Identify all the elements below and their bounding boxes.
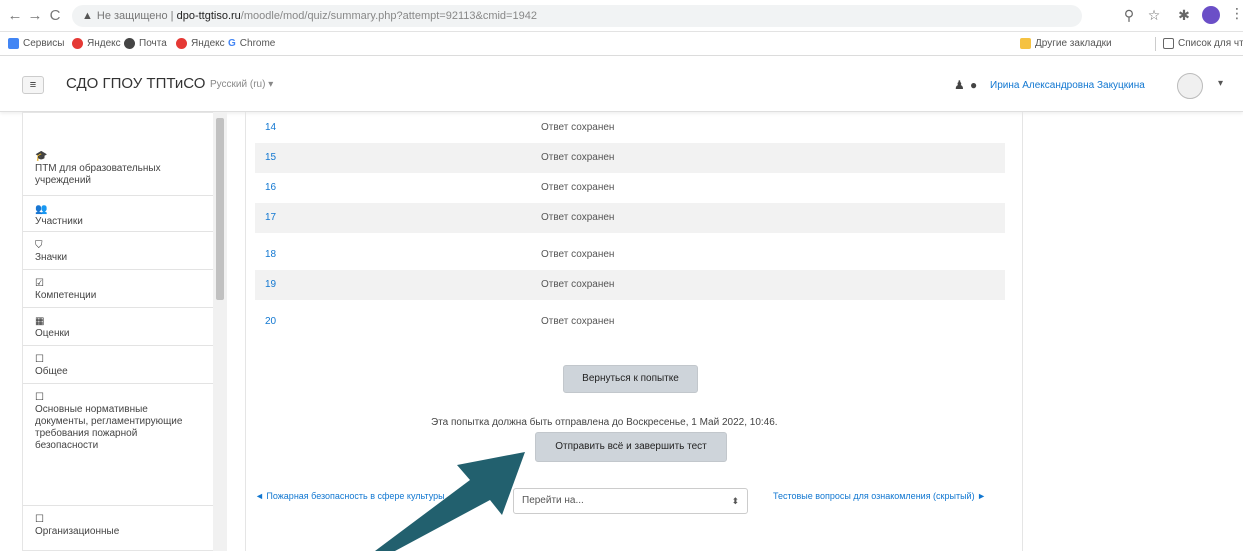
question-status: Ответ сохранен xyxy=(541,182,615,193)
return-to-attempt-button[interactable]: Вернуться к попытке xyxy=(563,365,698,393)
reading-list-icon xyxy=(1163,38,1174,49)
hamburger-icon[interactable]: ≡ xyxy=(22,76,44,94)
question-number-link[interactable]: 20 xyxy=(265,307,276,337)
bookmarks-bar: Сервисы Яндекс Почта Яндекс G Chrome Друг… xyxy=(0,32,1243,56)
folder-icon: ☐ xyxy=(35,354,44,365)
annotation-arrow-icon xyxy=(375,452,525,551)
chat-icon[interactable]: ● xyxy=(970,78,977,92)
next-activity-link[interactable]: Тестовые вопросы для ознакомления (скрыт… xyxy=(773,490,988,502)
browser-toolbar: ← → C ▲ Не защищено | dpo-ttgtiso.ru/mood… xyxy=(0,0,1243,32)
folder-icon: ☐ xyxy=(35,514,44,525)
forward-arrow-icon[interactable]: → xyxy=(26,7,44,25)
zoom-icon[interactable]: ⚲ xyxy=(1120,6,1138,24)
sidebar-item-competencies[interactable]: ☑Компетенции xyxy=(23,269,218,310)
sidebar-item-organizational[interactable]: ☐Организационные xyxy=(23,505,218,546)
url-path: /moodle/mod/quiz/summary.php?attempt=921… xyxy=(240,10,537,22)
address-bar[interactable]: ▲ Не защищено | dpo-ttgtiso.ru/moodle/mod… xyxy=(72,5,1082,27)
table-row: 14 Ответ сохранен xyxy=(255,113,1005,143)
site-brand[interactable]: СДО ГПОУ ТПТиСО xyxy=(66,75,205,92)
yandex-icon xyxy=(176,38,187,49)
bell-icon[interactable]: ♟ xyxy=(954,78,965,92)
folder-icon xyxy=(1020,38,1031,49)
annotation-arrow-shape xyxy=(375,452,525,551)
question-status: Ответ сохранен xyxy=(541,122,615,133)
select-arrow-icon: ⬍ xyxy=(731,496,739,506)
question-status: Ответ сохранен xyxy=(541,316,615,327)
avatar[interactable] xyxy=(1177,73,1203,99)
jump-to-select[interactable]: Перейти на... ⬍ xyxy=(513,488,748,514)
question-status: Ответ сохранен xyxy=(541,279,615,290)
table-row: 20 Ответ сохранен xyxy=(255,307,1005,337)
bookmark-yandex[interactable]: Яндекс xyxy=(72,38,121,49)
deadline-notice: Эта попытка должна быть отправлена до Во… xyxy=(431,417,778,428)
language-menu[interactable]: Русский (ru) ▾ xyxy=(210,79,273,90)
users-icon: 👥 xyxy=(35,204,48,215)
warning-icon: ▲ xyxy=(82,10,93,22)
graduation-cap-icon: 🎓 xyxy=(35,151,48,162)
question-status: Ответ сохранен xyxy=(541,212,615,223)
shield-icon: ⛉ xyxy=(35,240,43,251)
question-number-link[interactable]: 14 xyxy=(265,113,276,143)
sidebar-item-participants[interactable]: 👥Участники xyxy=(23,195,218,236)
submit-all-and-finish-button[interactable]: Отправить всё и завершить тест xyxy=(535,432,727,462)
sidebar-item-grades[interactable]: ▦Оценки xyxy=(23,307,218,348)
table-row: 18 Ответ сохранен xyxy=(255,240,1005,270)
scrollbar-thumb[interactable] xyxy=(216,118,224,300)
profile-avatar[interactable] xyxy=(1202,6,1220,24)
divider xyxy=(1155,37,1156,51)
checklist-icon: ☑ xyxy=(35,278,44,289)
table-icon: ▦ xyxy=(35,316,45,327)
back-arrow-icon[interactable]: ← xyxy=(6,7,24,25)
apps-grid-icon xyxy=(8,38,19,49)
google-icon: G xyxy=(228,38,236,49)
question-number-link[interactable]: 16 xyxy=(265,173,276,203)
mail-icon xyxy=(124,38,135,49)
question-status: Ответ сохранен xyxy=(541,249,615,260)
reload-icon[interactable]: C xyxy=(46,7,64,25)
question-number-link[interactable]: 17 xyxy=(265,203,276,233)
extensions-icon[interactable]: ✱ xyxy=(1175,6,1193,24)
bookmark-chrome[interactable]: G Chrome xyxy=(228,38,275,49)
star-icon[interactable]: ☆ xyxy=(1145,6,1163,24)
table-row: 19 Ответ сохранен xyxy=(255,270,1005,300)
bookmark-services[interactable]: Сервисы xyxy=(8,38,64,49)
table-row: 16 Ответ сохранен xyxy=(255,173,1005,203)
sidebar-item-course[interactable]: 🎓ПТМ для образовательных учреждений xyxy=(23,143,218,195)
bookmark-mail[interactable]: Почта xyxy=(124,38,167,49)
bookmark-yandex-2[interactable]: Яндекс xyxy=(176,38,225,49)
course-sidebar: 🎓ПТМ для образовательных учреждений 👥Уча… xyxy=(22,112,219,551)
url-host: dpo-ttgtiso.ru xyxy=(176,10,241,22)
folder-icon: ☐ xyxy=(35,392,44,403)
question-number-link[interactable]: 19 xyxy=(265,270,276,300)
chevron-down-icon[interactable]: ▾ xyxy=(1218,78,1223,89)
yandex-icon xyxy=(72,38,83,49)
reading-list[interactable]: Список для чтения xyxy=(1163,38,1243,49)
table-row: 15 Ответ сохранен xyxy=(255,143,1005,173)
user-menu-name[interactable]: Ирина Александровна Закуцкина xyxy=(990,80,1145,91)
question-status: Ответ сохранен xyxy=(541,152,615,163)
question-number-link[interactable]: 15 xyxy=(265,143,276,173)
sidebar-item-regulations[interactable]: ☐Основные нормативные документы, регламе… xyxy=(23,383,218,460)
other-bookmarks[interactable]: Другие закладки xyxy=(1020,38,1112,49)
site-navbar: ≡ СДО ГПОУ ТПТиСО Русский (ru) ▾ ♟ ● Ири… xyxy=(0,56,1243,112)
sidebar-item-general[interactable]: ☐Общее xyxy=(23,345,218,386)
table-row: 17 Ответ сохранен xyxy=(255,203,1005,233)
question-number-link[interactable]: 18 xyxy=(265,240,276,270)
sidebar-item-badges[interactable]: ⛉Значки xyxy=(23,231,218,272)
browser-menu-icon[interactable]: ⋮ xyxy=(1230,5,1243,22)
security-status: Не защищено xyxy=(96,10,168,22)
